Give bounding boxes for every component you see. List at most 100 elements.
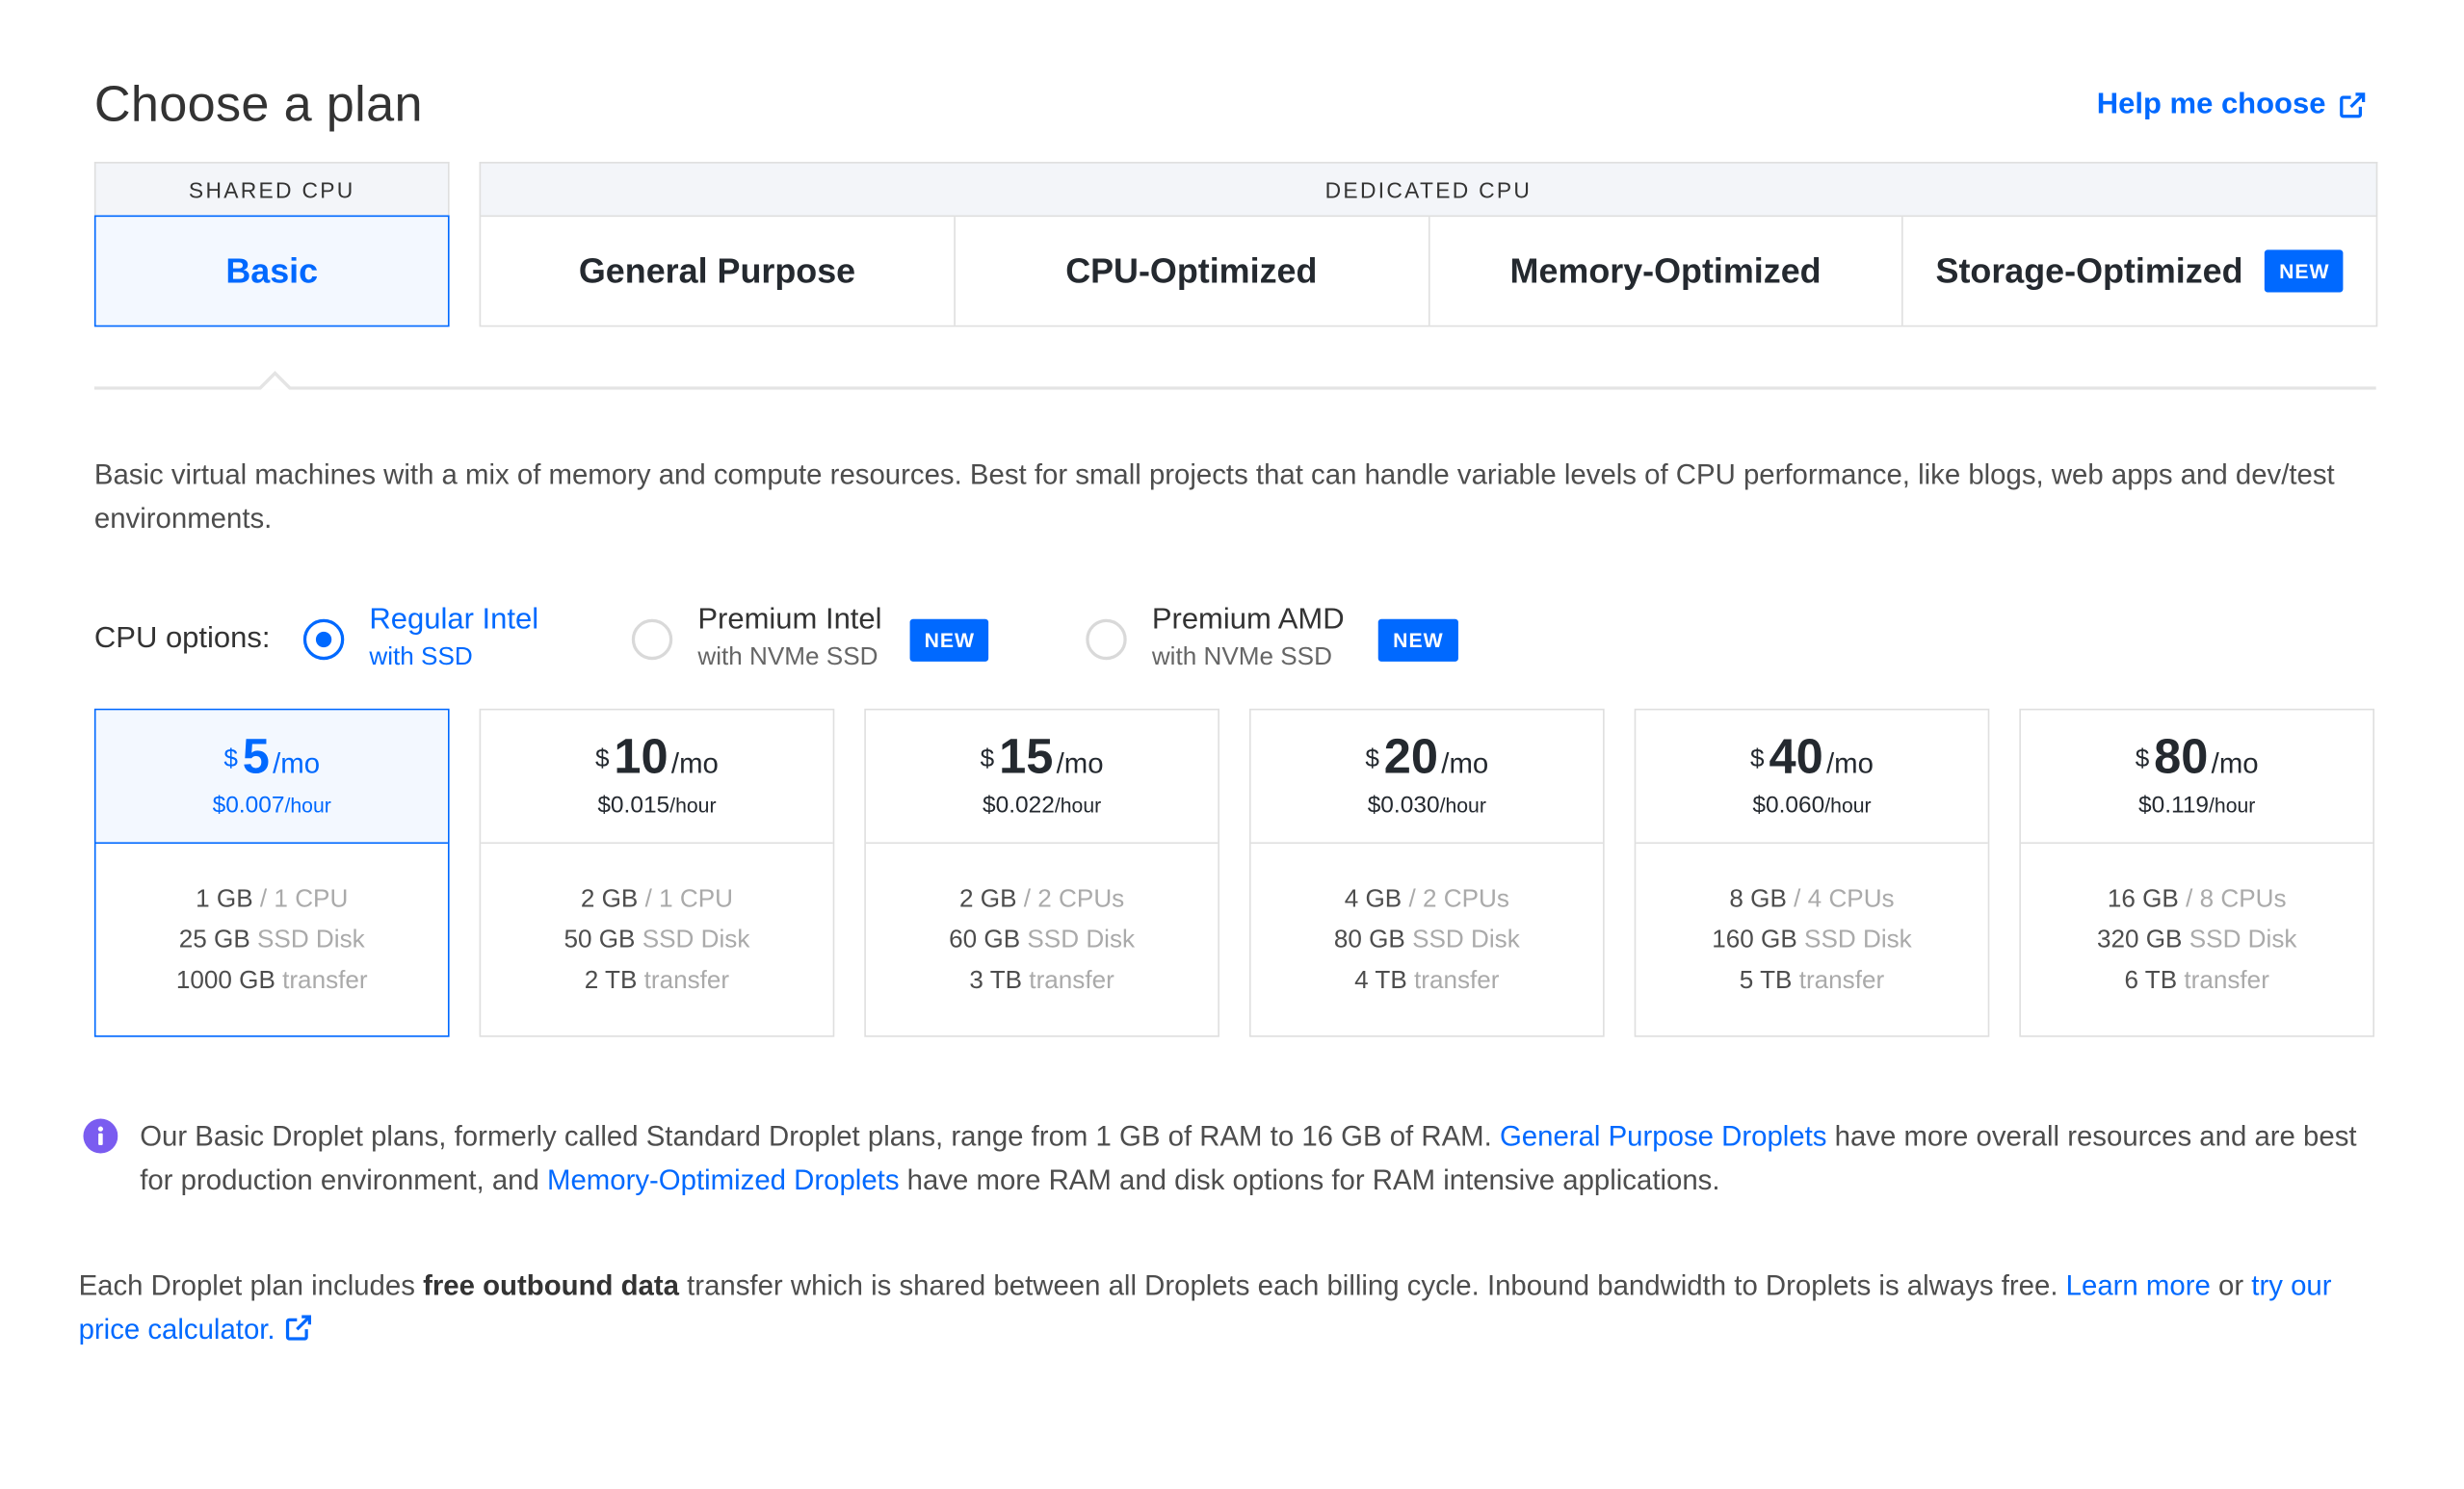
plan-hourly-price: $0.015 xyxy=(597,792,670,819)
plan-per-month: /mo xyxy=(1441,747,1489,780)
plan-per-month: /mo xyxy=(670,747,719,780)
plan-price: $ 40 /mo $0.060/hour xyxy=(1636,710,1988,845)
plan-specs: 4 GB / 2 CPUs 80 GB SSD Disk 4 TB transf… xyxy=(1251,844,1603,1035)
footer-text-part: or xyxy=(2210,1269,2252,1301)
plan-transfer-unit: transfer xyxy=(2184,967,2269,994)
plan-hour-unit: /hour xyxy=(1824,793,1872,818)
cpu-option-premium-intel[interactable]: Premium Intel with NVMe SSD NEW xyxy=(631,602,989,677)
general-purpose-droplets-link[interactable]: General Purpose Droplets xyxy=(1500,1120,1827,1152)
tab-cpu-optimized-label: CPU-Optimized xyxy=(1065,250,1318,290)
memory-optimized-droplets-link[interactable]: Memory-Optimized Droplets xyxy=(547,1164,900,1196)
plan-price: $ 5 /mo $0.007/hour xyxy=(95,710,448,845)
new-badge: NEW xyxy=(2265,249,2345,293)
plan-disk-unit: SSD Disk xyxy=(1804,926,1912,953)
plan-transfer-unit: transfer xyxy=(1029,967,1114,994)
info-icon xyxy=(83,1118,118,1154)
plan-card-15[interactable]: $ 15 /mo $0.022/hour 2 GB / 2 CPUs 60 GB… xyxy=(864,708,1219,1037)
plan-transfer-unit: transfer xyxy=(1798,967,1885,994)
plan-ram: 16 GB xyxy=(2107,885,2179,913)
plan-disk-unit: SSD Disk xyxy=(1412,926,1520,953)
tab-basic[interactable]: Basic xyxy=(93,215,450,327)
shared-cpu-header: SHARED CPU xyxy=(93,162,450,216)
plan-cards: $ 5 /mo $0.007/hour 1 GB / 1 CPU 25 GB S… xyxy=(93,708,2375,1037)
plan-hour-unit: /hour xyxy=(669,793,717,818)
plan-per-month: /mo xyxy=(1056,747,1104,780)
plan-disk-unit: SSD Disk xyxy=(257,926,365,953)
plan-hour-unit: /hour xyxy=(284,793,331,818)
plan-disk-unit: SSD Disk xyxy=(642,926,750,953)
info-text-part: have more RAM and disk options for RAM i… xyxy=(899,1163,1720,1196)
plan-specs: 16 GB / 8 CPUs 320 GB SSD Disk 6 TB tran… xyxy=(2021,844,2372,1035)
radio-regular-intel[interactable] xyxy=(302,618,345,661)
plan-transfer-unit: transfer xyxy=(1414,967,1500,994)
plan-monthly-price: 80 xyxy=(2154,728,2209,785)
plan-transfer: 4 TB xyxy=(1354,967,1407,994)
plan-cpu: / 2 CPUs xyxy=(1408,885,1509,913)
dedicated-cpu-header: DEDICATED CPU xyxy=(479,162,2378,216)
plan-monthly-price: 20 xyxy=(1383,728,1439,785)
info-text-part: Our Basic Droplet plans, formerly called… xyxy=(140,1120,1500,1152)
plan-cpu: / 4 CPUs xyxy=(1794,885,1895,913)
plan-description: Basic virtual machines with a mix of mem… xyxy=(93,458,2335,535)
cpu-option-label: Premium AMD xyxy=(1151,603,1345,637)
plan-specs: 8 GB / 4 CPUs 160 GB SSD Disk 5 TB trans… xyxy=(1636,844,1987,1035)
footer-text-part: Each Droplet plan includes xyxy=(78,1269,424,1301)
plan-card-80[interactable]: $ 80 /mo $0.119/hour 16 GB / 8 CPUs 320 … xyxy=(2019,708,2375,1037)
plan-hourly-price: $0.060 xyxy=(1752,792,1825,819)
transfer-note: Each Droplet plan includes free outbound… xyxy=(79,1264,2389,1351)
shared-cpu-tabs: Basic xyxy=(93,215,450,327)
plan-transfer: 2 TB xyxy=(584,967,638,994)
info-note: Our Basic Droplet plans, formerly called… xyxy=(83,1114,2393,1202)
cpu-option-premium-amd[interactable]: Premium AMD with NVMe SSD NEW xyxy=(1086,602,1458,677)
cpu-option-regular-intel[interactable]: Regular Intel with SSD xyxy=(302,602,538,677)
plan-disk: 60 GB xyxy=(949,926,1021,953)
plan-disk-unit: SSD Disk xyxy=(1027,926,1136,953)
selected-tab-pointer-fill xyxy=(260,375,290,390)
plan-disk: 320 GB xyxy=(2096,926,2183,953)
tab-memory-optimized[interactable]: Memory-Optimized xyxy=(1429,217,1904,326)
plan-currency: $ xyxy=(1750,745,1765,773)
plan-card-5[interactable]: $ 5 /mo $0.007/hour 1 GB / 1 CPU 25 GB S… xyxy=(93,708,450,1037)
learn-more-link[interactable]: Learn more xyxy=(2066,1269,2211,1301)
tab-storage-optimized[interactable]: Storage-Optimized NEW xyxy=(1903,217,2376,326)
plan-transfer: 5 TB xyxy=(1739,967,1793,994)
cpu-option-label: Premium Intel xyxy=(697,603,882,637)
tab-cpu-optimized[interactable]: CPU-Optimized xyxy=(955,217,1429,326)
plan-hourly-price: $0.119 xyxy=(2138,792,2210,819)
plan-disk-unit: SSD Disk xyxy=(2189,926,2297,953)
plan-specs: 1 GB / 1 CPU 25 GB SSD Disk 1000 GB tran… xyxy=(96,844,448,1035)
plan-price: $ 15 /mo $0.022/hour xyxy=(865,710,1219,845)
plan-card-20[interactable]: $ 20 /mo $0.030/hour 4 GB / 2 CPUs 80 GB… xyxy=(1248,708,1605,1037)
help-me-choose-link[interactable]: Help me choose xyxy=(2097,88,2367,122)
plan-card-10[interactable]: $ 10 /mo $0.015/hour 2 GB / 1 CPU 50 GB … xyxy=(479,708,835,1037)
plan-disk: 80 GB xyxy=(1333,926,1405,953)
new-badge: NEW xyxy=(909,617,989,662)
radio-premium-intel[interactable] xyxy=(631,618,673,661)
tab-basic-label: Basic xyxy=(225,250,319,290)
new-badge: NEW xyxy=(1378,617,1458,662)
plan-ram: 1 GB xyxy=(196,885,253,913)
dedicated-cpu-tabs: General Purpose CPU-Optimized Memory-Opt… xyxy=(479,215,2378,327)
plan-card-40[interactable]: $ 40 /mo $0.060/hour 8 GB / 4 CPUs 160 G… xyxy=(1634,708,1990,1037)
cpu-option-sub: with NVMe SSD xyxy=(1151,643,1332,671)
plan-per-month: /mo xyxy=(1825,747,1874,780)
plan-hour-unit: /hour xyxy=(1054,793,1102,818)
plan-monthly-price: 10 xyxy=(614,728,668,785)
external-link-icon xyxy=(2340,92,2366,118)
plan-price: $ 10 /mo $0.015/hour xyxy=(481,710,833,845)
plan-cpu: / 8 CPUs xyxy=(2186,885,2287,913)
plan-monthly-price: 15 xyxy=(999,728,1054,785)
tab-memory-optimized-label: Memory-Optimized xyxy=(1509,250,1822,290)
plan-specs: 2 GB / 1 CPU 50 GB SSD Disk 2 TB transfe… xyxy=(481,844,832,1035)
plan-hour-unit: /hour xyxy=(1439,793,1486,818)
plan-currency: $ xyxy=(980,745,995,773)
plan-ram: 4 GB xyxy=(1344,885,1402,913)
plan-currency: $ xyxy=(1365,745,1379,773)
plan-hourly-price: $0.030 xyxy=(1367,792,1440,819)
plan-hour-unit: /hour xyxy=(2209,793,2256,818)
radio-premium-amd[interactable] xyxy=(1086,618,1127,661)
external-link-icon[interactable] xyxy=(284,1314,312,1342)
plan-transfer-unit: transfer xyxy=(643,967,730,994)
tab-general-purpose[interactable]: General Purpose xyxy=(481,217,956,326)
plan-ram: 2 GB xyxy=(580,885,639,913)
